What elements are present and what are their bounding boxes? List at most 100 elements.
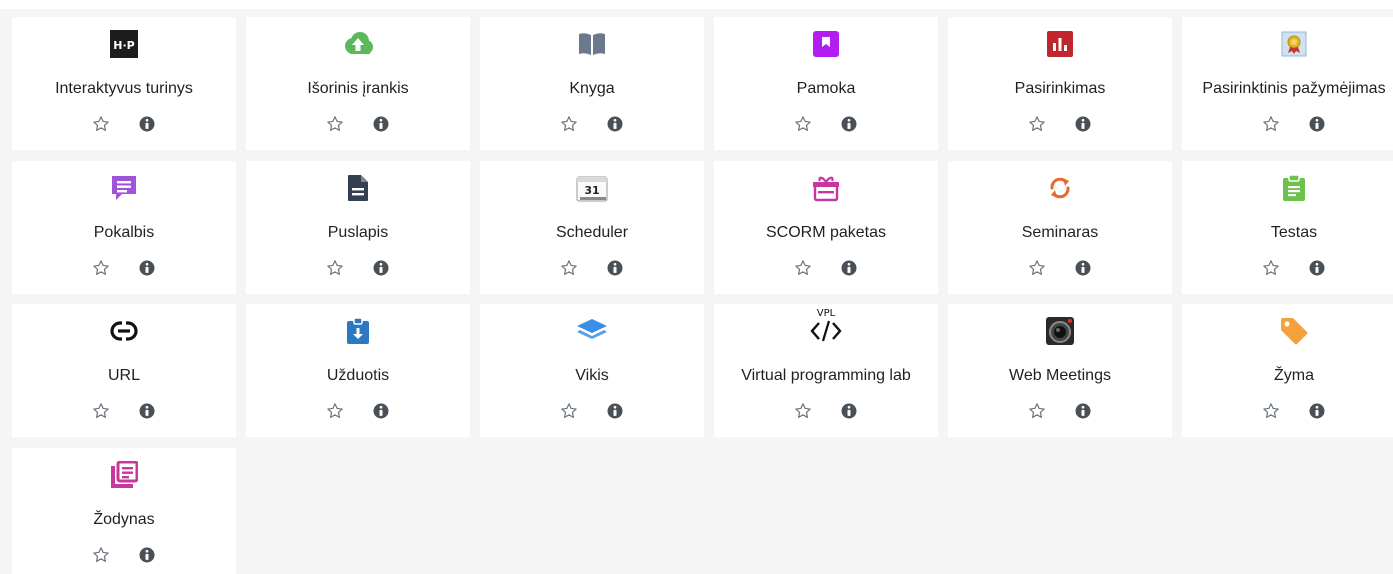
star-icon[interactable] bbox=[793, 401, 813, 421]
bar-chart-icon bbox=[948, 29, 1172, 59]
star-icon[interactable] bbox=[559, 401, 579, 421]
activity-actions bbox=[948, 113, 1172, 135]
star-icon[interactable] bbox=[1027, 114, 1047, 134]
info-icon[interactable] bbox=[1073, 114, 1093, 134]
info-icon[interactable] bbox=[605, 401, 625, 421]
h5p-icon: H·P bbox=[12, 29, 236, 59]
activity-actions bbox=[1182, 400, 1393, 422]
activity-card[interactable]: Pasirinkimas bbox=[948, 17, 1172, 150]
activity-actions bbox=[1182, 113, 1393, 135]
activity-card[interactable]: Seminaras bbox=[948, 161, 1172, 294]
activity-card[interactable]: SCORM paketas bbox=[714, 161, 938, 294]
star-icon[interactable] bbox=[1261, 258, 1281, 278]
info-icon[interactable] bbox=[839, 401, 859, 421]
star-icon[interactable] bbox=[1027, 401, 1047, 421]
info-icon[interactable] bbox=[371, 114, 391, 134]
star-icon[interactable] bbox=[325, 258, 345, 278]
activity-card[interactable]: Žodynas bbox=[12, 448, 236, 574]
activity-actions bbox=[714, 113, 938, 135]
activity-actions bbox=[246, 113, 470, 135]
certificate-icon bbox=[1182, 29, 1393, 59]
activity-label: Žyma bbox=[1274, 367, 1314, 384]
activity-card[interactable]: Puslapis bbox=[246, 161, 470, 294]
star-icon[interactable] bbox=[793, 258, 813, 278]
activity-card[interactable]: Testas bbox=[1182, 161, 1393, 294]
page-document-icon bbox=[246, 173, 470, 203]
info-icon[interactable] bbox=[1073, 258, 1093, 278]
activity-actions bbox=[246, 257, 470, 279]
info-icon[interactable] bbox=[1307, 114, 1327, 134]
info-icon[interactable] bbox=[137, 114, 157, 134]
activity-card[interactable]: Pasirinktinis pažymėjimas bbox=[1182, 17, 1393, 150]
info-icon[interactable] bbox=[839, 258, 859, 278]
activity-actions bbox=[246, 400, 470, 422]
activity-label: Pasirinkimas bbox=[1014, 80, 1106, 97]
activity-label: Seminaras bbox=[1021, 224, 1099, 241]
info-icon[interactable] bbox=[137, 545, 157, 565]
activity-actions bbox=[12, 113, 236, 135]
activity-actions bbox=[714, 257, 938, 279]
info-icon[interactable] bbox=[371, 258, 391, 278]
activity-card[interactable]: Web Meetings bbox=[948, 304, 1172, 437]
quiz-clipboard-icon bbox=[1182, 173, 1393, 203]
activity-card[interactable]: Žyma bbox=[1182, 304, 1393, 437]
activity-card[interactable]: Knyga bbox=[480, 17, 704, 150]
activity-card[interactable]: 31 Scheduler bbox=[480, 161, 704, 294]
star-icon[interactable] bbox=[91, 545, 111, 565]
activity-actions bbox=[12, 257, 236, 279]
activity-label: Scheduler bbox=[555, 224, 629, 241]
activity-label: SCORM paketas bbox=[765, 224, 887, 241]
upload-cloud-icon bbox=[246, 29, 470, 59]
activity-chooser-panel: H·P Interaktyvus turinys Išorinis įrankis K… bbox=[0, 0, 1393, 574]
info-icon[interactable] bbox=[839, 114, 859, 134]
info-icon[interactable] bbox=[1307, 258, 1327, 278]
activity-actions bbox=[480, 400, 704, 422]
star-icon[interactable] bbox=[91, 401, 111, 421]
activity-card[interactable]: H·P Interaktyvus turinys bbox=[12, 17, 236, 150]
star-icon[interactable] bbox=[325, 114, 345, 134]
activity-actions bbox=[948, 400, 1172, 422]
activity-label: URL bbox=[107, 367, 140, 384]
activity-card[interactable]: URL bbox=[12, 304, 236, 437]
chat-bubble-icon bbox=[12, 173, 236, 203]
info-icon[interactable] bbox=[1307, 401, 1327, 421]
activity-actions bbox=[1182, 257, 1393, 279]
layers-icon bbox=[480, 316, 704, 346]
activity-card[interactable]: VPL Virtual programming lab bbox=[714, 304, 938, 437]
info-icon[interactable] bbox=[137, 258, 157, 278]
activity-label: Užduotis bbox=[326, 367, 390, 384]
star-icon[interactable] bbox=[91, 114, 111, 134]
activity-label: Pasirinktinis pažymėjimas bbox=[1202, 80, 1386, 97]
activity-card[interactable]: Išorinis įrankis bbox=[246, 17, 470, 150]
star-icon[interactable] bbox=[325, 401, 345, 421]
camera-lens-icon bbox=[948, 316, 1172, 346]
info-icon[interactable] bbox=[137, 401, 157, 421]
info-icon[interactable] bbox=[1073, 401, 1093, 421]
activity-card[interactable]: Pamoka bbox=[714, 17, 938, 150]
info-icon[interactable] bbox=[605, 114, 625, 134]
lesson-bookmark-icon bbox=[714, 29, 938, 59]
calendar-icon: 31 bbox=[480, 173, 704, 203]
star-icon[interactable] bbox=[559, 258, 579, 278]
star-icon[interactable] bbox=[559, 114, 579, 134]
info-icon[interactable] bbox=[605, 258, 625, 278]
info-icon[interactable] bbox=[371, 401, 391, 421]
activity-actions bbox=[714, 400, 938, 422]
star-icon[interactable] bbox=[1027, 258, 1047, 278]
star-icon[interactable] bbox=[91, 258, 111, 278]
star-icon[interactable] bbox=[1261, 401, 1281, 421]
star-icon[interactable] bbox=[1261, 114, 1281, 134]
activity-card[interactable]: Pokalbis bbox=[12, 161, 236, 294]
activity-label: Išorinis įrankis bbox=[307, 80, 409, 97]
svg-text:VPL: VPL bbox=[817, 308, 836, 319]
activity-card[interactable]: Vikis bbox=[480, 304, 704, 437]
tag-icon bbox=[1182, 316, 1393, 346]
scorm-package-icon bbox=[714, 173, 938, 203]
activity-label: Virtual programming lab bbox=[741, 367, 911, 384]
activity-label: Žodynas bbox=[93, 511, 155, 528]
glossary-icon bbox=[12, 460, 236, 490]
activity-card[interactable]: Užduotis bbox=[246, 304, 470, 437]
star-icon[interactable] bbox=[793, 114, 813, 134]
activity-label: Interaktyvus turinys bbox=[55, 80, 193, 97]
activity-label: Knyga bbox=[569, 80, 615, 97]
